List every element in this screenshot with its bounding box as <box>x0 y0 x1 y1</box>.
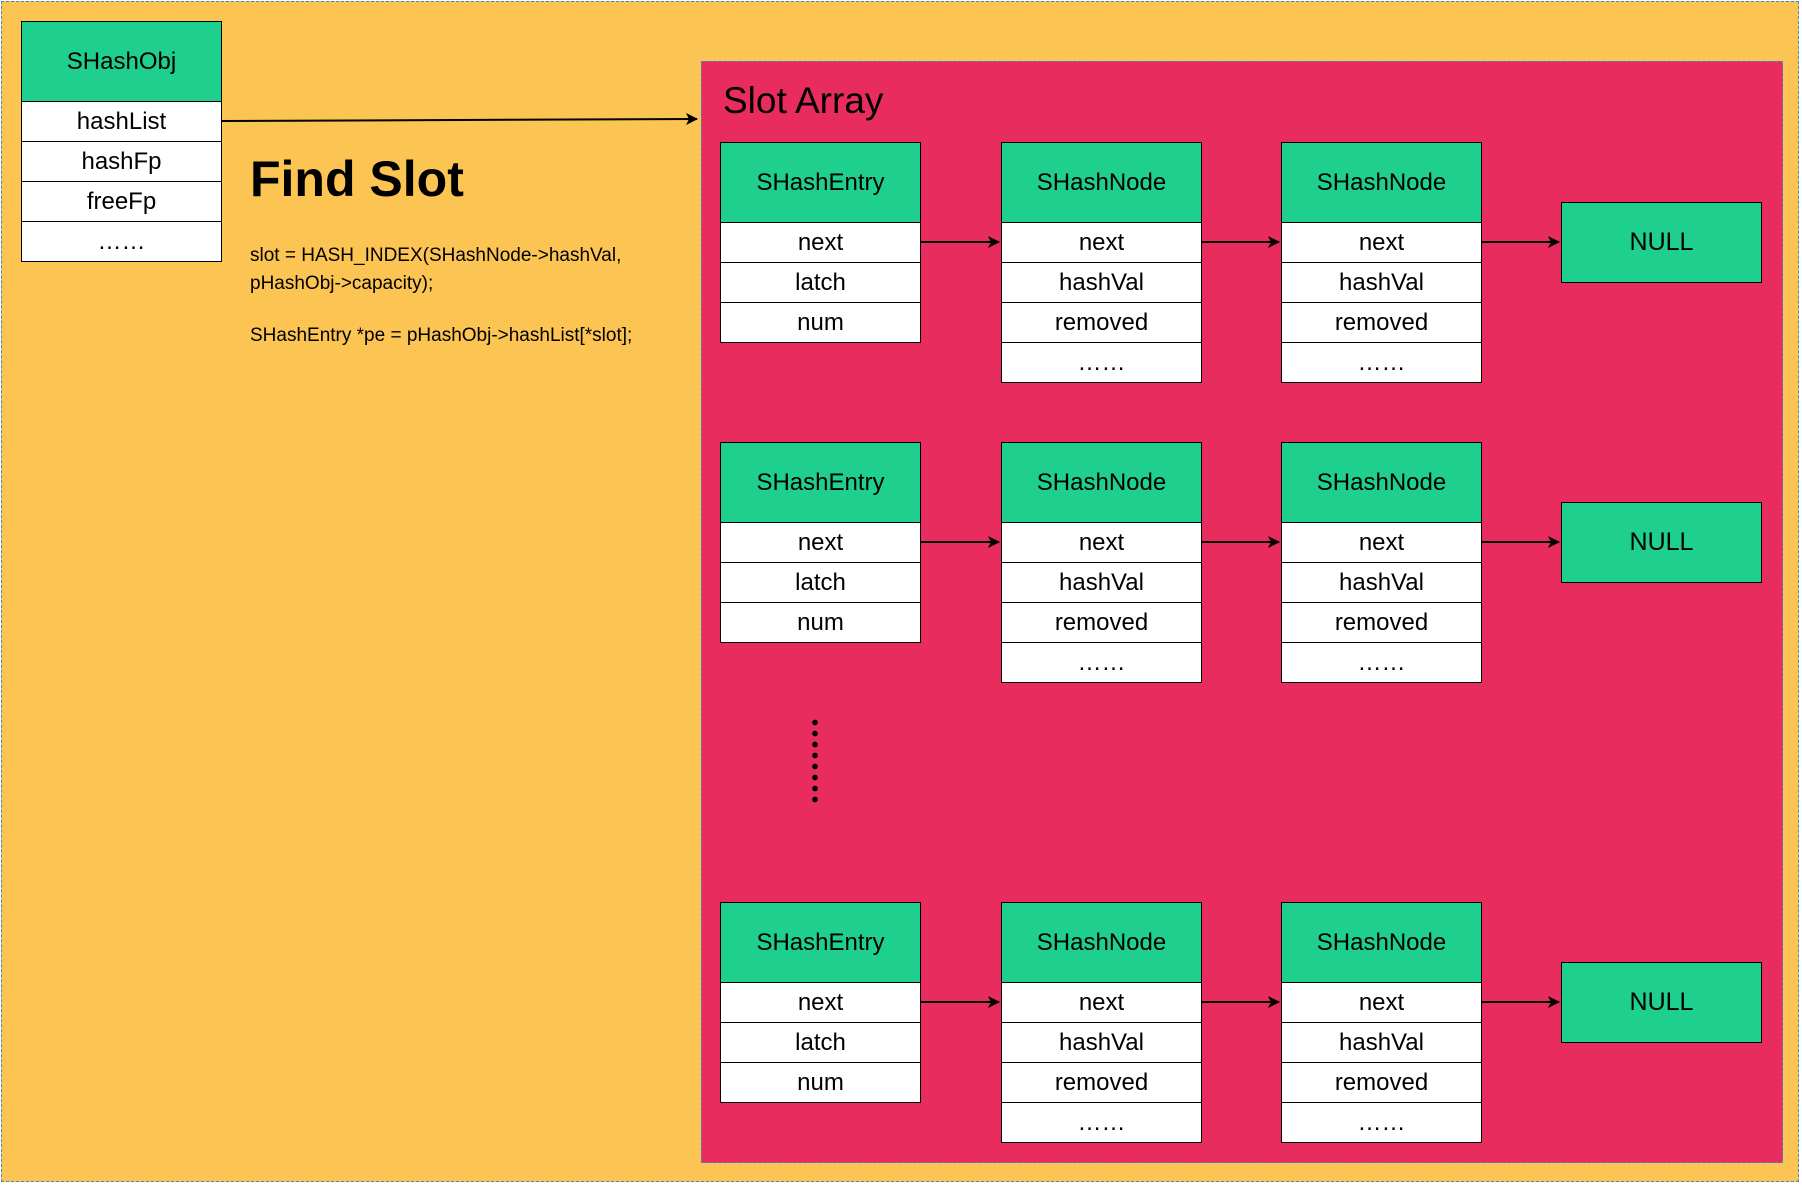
code-line-2: pHashObj->capacity); <box>250 273 434 294</box>
null-terminator: NULL <box>1561 202 1762 283</box>
vertical-ellipsis <box>811 717 819 807</box>
shashentry-header: SHashEntry <box>720 142 921 223</box>
entry-field-next: next <box>720 222 921 263</box>
code-line-3: SHashEntry *pe = pHashObj->hashList[*slo… <box>250 325 633 346</box>
shashobj-field-hashlist: hashList <box>21 101 222 142</box>
shashnode-header: SHashNode <box>1001 142 1202 223</box>
entry-field-next: next <box>720 982 921 1023</box>
node-field-ellipsis: …… <box>1281 1102 1482 1143</box>
node-field-next: next <box>1001 522 1202 563</box>
null-terminator: NULL <box>1561 502 1762 583</box>
entry-field-latch: latch <box>720 562 921 603</box>
node-field-hashval: hashVal <box>1281 562 1482 603</box>
node-field-hashval: hashVal <box>1001 262 1202 303</box>
node-field-next: next <box>1001 982 1202 1023</box>
shashnode-header: SHashNode <box>1281 442 1482 523</box>
shashobj-field-freefp: freeFp <box>21 181 222 222</box>
node-field-hashval: hashVal <box>1001 562 1202 603</box>
node-field-removed: removed <box>1281 602 1482 643</box>
entry-field-latch: latch <box>720 262 921 303</box>
shashobj-field-hashfp: hashFp <box>21 141 222 182</box>
shashnode-header: SHashNode <box>1281 902 1482 983</box>
node-field-removed: removed <box>1001 602 1202 643</box>
node-field-ellipsis: …… <box>1001 1102 1202 1143</box>
node-field-removed: removed <box>1001 1062 1202 1103</box>
null-terminator: NULL <box>1561 962 1762 1043</box>
node-field-hashval: hashVal <box>1281 262 1482 303</box>
node-field-ellipsis: …… <box>1001 642 1202 683</box>
node-field-hashval: hashVal <box>1281 1022 1482 1063</box>
shashnode-header: SHashNode <box>1001 442 1202 523</box>
entry-field-next: next <box>720 522 921 563</box>
entry-field-num: num <box>720 602 921 643</box>
node-field-ellipsis: …… <box>1281 642 1482 683</box>
diagram-canvas: SHashObj hashList hashFp freeFp …… Find … <box>0 0 1802 1186</box>
node-field-next: next <box>1001 222 1202 263</box>
node-field-next: next <box>1281 222 1482 263</box>
find-slot-title: Find Slot <box>250 151 464 207</box>
node-field-next: next <box>1281 982 1482 1023</box>
shashobj-field-ellipsis: …… <box>21 221 222 262</box>
entry-field-num: num <box>720 1062 921 1103</box>
shashnode-header: SHashNode <box>1001 902 1202 983</box>
node-field-removed: removed <box>1281 302 1482 343</box>
shashentry-header: SHashEntry <box>720 902 921 983</box>
entry-field-num: num <box>720 302 921 343</box>
code-line-1: slot = HASH_INDEX(SHashNode->hashVal, <box>250 245 622 266</box>
node-field-removed: removed <box>1281 1062 1482 1103</box>
node-field-ellipsis: …… <box>1281 342 1482 383</box>
shashentry-header: SHashEntry <box>720 442 921 523</box>
node-field-next: next <box>1281 522 1482 563</box>
node-field-ellipsis: …… <box>1001 342 1202 383</box>
node-field-hashval: hashVal <box>1001 1022 1202 1063</box>
node-field-removed: removed <box>1001 302 1202 343</box>
shashnode-header: SHashNode <box>1281 142 1482 223</box>
entry-field-latch: latch <box>720 1022 921 1063</box>
slot-array-title: Slot Array <box>723 80 884 121</box>
shashobj-header: SHashObj <box>21 21 222 102</box>
